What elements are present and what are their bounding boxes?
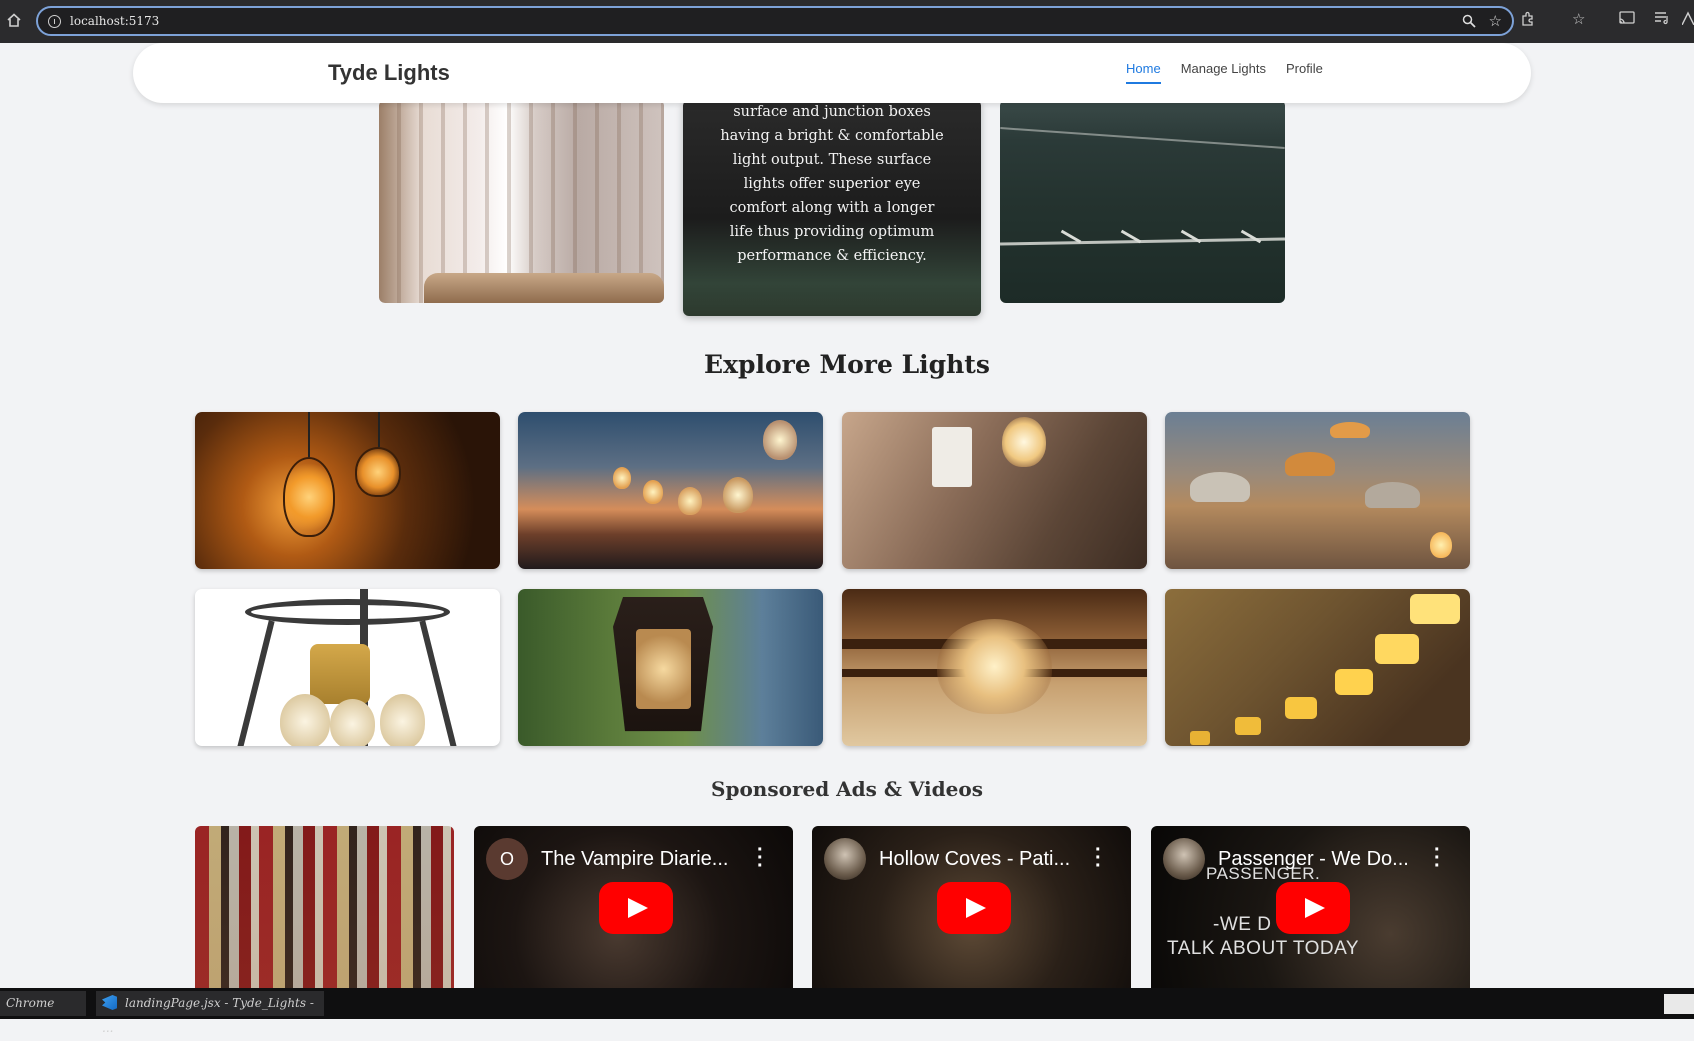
gallery-item-garden-lantern[interactable] — [518, 589, 823, 746]
gallery-item-crystal-chandelier[interactable] — [842, 589, 1147, 746]
video-title[interactable]: The Vampire Diarie... — [541, 848, 728, 871]
browser-toolbar: localhost:5173 ☆ ☆ — [0, 0, 1694, 43]
profile-icon[interactable] — [1681, 11, 1694, 29]
play-button[interactable] — [937, 882, 1011, 934]
main-navbar: Tyde Lights Home Manage Lights Profile — [133, 43, 1531, 103]
brand-logo[interactable]: Tyde Lights — [328, 60, 450, 86]
channel-avatar[interactable] — [1163, 838, 1205, 880]
gallery-item-pendant-cage[interactable] — [195, 412, 500, 569]
video-overlay-text: TALK ABOUT TODAY — [1167, 938, 1360, 959]
taskbar-item-chrome[interactable]: Chrome — [0, 991, 86, 1016]
gallery-item-cafe-pendants[interactable] — [1165, 412, 1470, 569]
explore-section-title: Explore More Lights — [704, 350, 990, 379]
video-embed-passenger[interactable]: PASSENGER. -WE D TALK ABOUT TODAY Passen… — [1151, 826, 1470, 992]
taskbar-item-vscode[interactable]: landingPage.jsx - Tyde_Lights - ... — [96, 991, 324, 1035]
bookmark-star-icon[interactable]: ☆ — [1489, 12, 1502, 30]
site-info-icon[interactable] — [48, 15, 61, 28]
play-button[interactable] — [599, 882, 673, 934]
url-text[interactable]: localhost:5173 — [70, 14, 159, 28]
system-tray[interactable] — [1664, 994, 1694, 1014]
stairs-light-card[interactable] — [379, 100, 664, 303]
play-button[interactable] — [1276, 882, 1350, 934]
bookmarks-icon[interactable]: ☆ — [1572, 10, 1585, 28]
video-overlay-text: -WE D — [1213, 914, 1272, 935]
gallery-item-cage-chandelier[interactable] — [195, 589, 500, 746]
media-controls-icon[interactable] — [1654, 11, 1670, 29]
sponsored-section-title: Sponsored Ads & Videos — [711, 777, 983, 801]
nav-profile[interactable]: Profile — [1286, 61, 1323, 84]
sponsored-ad-guitars[interactable] — [195, 826, 454, 992]
nav-links: Home Manage Lights Profile — [1126, 61, 1323, 84]
os-taskbar: Chrome landingPage.jsx - Tyde_Lights - .… — [0, 988, 1694, 1035]
more-options-icon[interactable]: · · · — [1434, 840, 1441, 876]
surface-light-card[interactable]: surface and junction boxes having a brig… — [683, 100, 981, 316]
nav-home[interactable]: Home — [1126, 61, 1161, 84]
nav-manage-lights[interactable]: Manage Lights — [1181, 61, 1266, 84]
more-options-icon[interactable]: · · · — [757, 840, 764, 876]
zoom-icon[interactable] — [1462, 14, 1476, 31]
gallery-item-string-lights[interactable] — [518, 412, 823, 569]
video-embed-hollow-coves[interactable]: Hollow Coves - Pati... · · · — [812, 826, 1131, 992]
video-embed-vampire-diaries[interactable]: O The Vampire Diarie... · · · — [474, 826, 793, 992]
gallery-item-wall-sconces[interactable] — [1165, 589, 1470, 746]
channel-avatar[interactable] — [824, 838, 866, 880]
stadium-light-card[interactable] — [1000, 100, 1285, 303]
cast-icon[interactable] — [1619, 11, 1635, 29]
gallery-item-bulb-figure[interactable] — [842, 412, 1147, 569]
home-icon[interactable] — [6, 12, 24, 30]
vscode-icon — [102, 995, 117, 1010]
extensions-icon[interactable] — [1520, 11, 1536, 31]
video-title[interactable]: Passenger - We Do... — [1218, 848, 1409, 871]
surface-light-description: surface and junction boxes having a brig… — [720, 104, 944, 264]
address-bar[interactable]: localhost:5173 ☆ — [36, 6, 1514, 36]
channel-avatar[interactable]: O — [486, 838, 528, 880]
more-options-icon[interactable]: · · · — [1095, 840, 1102, 876]
video-title[interactable]: Hollow Coves - Pati... — [879, 848, 1070, 871]
